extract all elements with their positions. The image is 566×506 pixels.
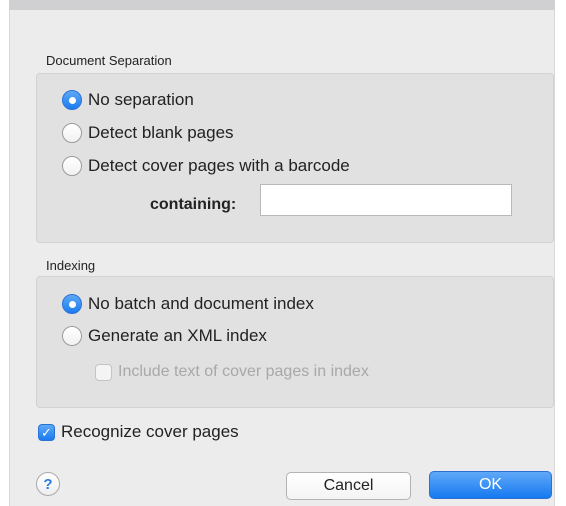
radio-unselected-icon [62, 123, 82, 143]
radio-detect-cover-pages-label: Detect cover pages with a barcode [88, 156, 350, 175]
radio-no-separation[interactable]: No separation [62, 90, 194, 110]
recognize-cover-pages-checkbox[interactable]: ✓ Recognize cover pages [38, 422, 239, 442]
radio-unselected-icon [62, 326, 82, 346]
include-cover-text-label: Include text of cover pages in index [118, 363, 369, 380]
ok-button[interactable]: OK [429, 471, 552, 499]
window-top-edge [9, 0, 555, 10]
document-separation-title: Document Separation [46, 53, 172, 68]
question-mark-icon: ? [43, 475, 53, 493]
radio-unselected-icon [62, 156, 82, 176]
help-button[interactable]: ? [36, 472, 60, 496]
containing-barcode-field[interactable] [260, 184, 512, 216]
checkbox-unchecked-icon [95, 363, 112, 381]
containing-label: containing: [150, 196, 237, 213]
radio-generate-xml-index-label: Generate an XML index [88, 326, 267, 345]
radio-selected-icon [62, 90, 82, 110]
radio-selected-icon [62, 294, 82, 314]
cancel-button[interactable]: Cancel [286, 472, 411, 500]
radio-no-separation-label: No separation [88, 90, 194, 109]
radio-no-batch-index-label: No batch and document index [88, 294, 314, 313]
checkmark-icon: ✓ [38, 423, 55, 441]
radio-detect-blank-pages-label: Detect blank pages [88, 123, 234, 142]
recognize-cover-pages-label: Recognize cover pages [61, 422, 239, 441]
include-cover-text-checkbox[interactable]: Include text of cover pages in index [95, 363, 369, 381]
radio-generate-xml-index[interactable]: Generate an XML index [62, 326, 267, 346]
radio-detect-blank-pages[interactable]: Detect blank pages [62, 123, 234, 143]
indexing-title: Indexing [46, 258, 96, 273]
radio-no-batch-index[interactable]: No batch and document index [62, 294, 314, 314]
radio-detect-cover-pages-barcode[interactable]: Detect cover pages with a barcode [62, 156, 350, 176]
